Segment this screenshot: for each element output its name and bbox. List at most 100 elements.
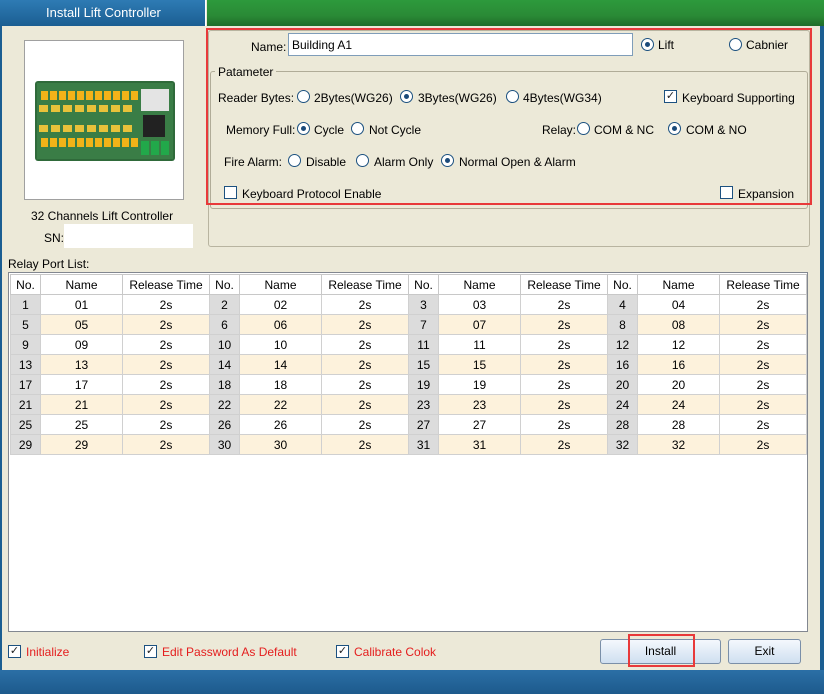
- relay-no-cell[interactable]: 9: [10, 334, 41, 355]
- radio-com-no[interactable]: [668, 122, 681, 135]
- relay-release-time-cell[interactable]: 2s: [520, 334, 608, 355]
- radio-3bytes[interactable]: [400, 90, 413, 103]
- radio-alarm-only[interactable]: [356, 154, 369, 167]
- relay-release-time-cell[interactable]: 2s: [122, 434, 210, 455]
- radio-cycle[interactable]: [297, 122, 310, 135]
- relay-name-cell[interactable]: 21: [40, 394, 123, 415]
- relay-release-time-cell[interactable]: 2s: [520, 314, 608, 335]
- column-header-release-time[interactable]: Release Time: [122, 274, 210, 295]
- table-row[interactable]: 17 17 2s 18 18 2s 19 19 2s 20 20 2s: [10, 374, 807, 395]
- radio-not-cycle[interactable]: [351, 122, 364, 135]
- relay-name-cell[interactable]: 31: [438, 434, 521, 455]
- relay-no-cell[interactable]: 21: [10, 394, 41, 415]
- radio-com-nc[interactable]: [577, 122, 590, 135]
- relay-no-cell[interactable]: 8: [607, 314, 638, 335]
- relay-name-cell[interactable]: 32: [637, 434, 720, 455]
- relay-name-cell[interactable]: 02: [239, 294, 322, 315]
- relay-no-cell[interactable]: 25: [10, 414, 41, 435]
- relay-no-cell[interactable]: 14: [209, 354, 240, 375]
- radio-normal-open-alarm[interactable]: [441, 154, 454, 167]
- relay-release-time-cell[interactable]: 2s: [321, 314, 409, 335]
- column-header-name[interactable]: Name: [637, 274, 720, 295]
- radio-4bytes[interactable]: [506, 90, 519, 103]
- radio-2bytes[interactable]: [297, 90, 310, 103]
- relay-release-time-cell[interactable]: 2s: [122, 414, 210, 435]
- column-header-no[interactable]: No.: [209, 274, 240, 295]
- relay-name-cell[interactable]: 28: [637, 414, 720, 435]
- relay-release-time-cell[interactable]: 2s: [719, 314, 807, 335]
- relay-release-time-cell[interactable]: 2s: [122, 354, 210, 375]
- relay-no-cell[interactable]: 10: [209, 334, 240, 355]
- column-header-name[interactable]: Name: [438, 274, 521, 295]
- relay-name-cell[interactable]: 13: [40, 354, 123, 375]
- name-input[interactable]: [288, 33, 633, 56]
- radio-disable[interactable]: [288, 154, 301, 167]
- relay-release-time-cell[interactable]: 2s: [520, 394, 608, 415]
- relay-name-cell[interactable]: 10: [239, 334, 322, 355]
- relay-no-cell[interactable]: 23: [408, 394, 439, 415]
- relay-name-cell[interactable]: 26: [239, 414, 322, 435]
- relay-name-cell[interactable]: 23: [438, 394, 521, 415]
- relay-release-time-cell[interactable]: 2s: [719, 414, 807, 435]
- relay-no-cell[interactable]: 22: [209, 394, 240, 415]
- table-row[interactable]: 25 25 2s 26 26 2s 27 27 2s 28 28 2s: [10, 414, 807, 435]
- relay-release-time-cell[interactable]: 2s: [520, 414, 608, 435]
- relay-no-cell[interactable]: 2: [209, 294, 240, 315]
- table-row[interactable]: 5 05 2s 6 06 2s 7 07 2s 8 08 2s: [10, 314, 807, 335]
- relay-no-cell[interactable]: 12: [607, 334, 638, 355]
- keyboard-protocol-checkbox[interactable]: [224, 186, 237, 199]
- relay-no-cell[interactable]: 30: [209, 434, 240, 455]
- column-header-name[interactable]: Name: [40, 274, 123, 295]
- relay-release-time-cell[interactable]: 2s: [122, 314, 210, 335]
- relay-release-time-cell[interactable]: 2s: [321, 374, 409, 395]
- relay-release-time-cell[interactable]: 2s: [719, 374, 807, 395]
- relay-name-cell[interactable]: 05: [40, 314, 123, 335]
- relay-name-cell[interactable]: 03: [438, 294, 521, 315]
- relay-release-time-cell[interactable]: 2s: [321, 354, 409, 375]
- relay-release-time-cell[interactable]: 2s: [321, 414, 409, 435]
- sn-field[interactable]: [64, 224, 193, 248]
- relay-no-cell[interactable]: 13: [10, 354, 41, 375]
- column-header-no[interactable]: No.: [10, 274, 41, 295]
- relay-name-cell[interactable]: 15: [438, 354, 521, 375]
- column-header-name[interactable]: Name: [239, 274, 322, 295]
- relay-name-cell[interactable]: 29: [40, 434, 123, 455]
- table-row[interactable]: 9 09 2s 10 10 2s 11 11 2s 12 12 2s: [10, 334, 807, 355]
- relay-release-time-cell[interactable]: 2s: [321, 394, 409, 415]
- relay-no-cell[interactable]: 4: [607, 294, 638, 315]
- relay-name-cell[interactable]: 01: [40, 294, 123, 315]
- radio-cabnier[interactable]: [729, 38, 742, 51]
- table-row[interactable]: 21 21 2s 22 22 2s 23 23 2s 24 24 2s: [10, 394, 807, 415]
- relay-release-time-cell[interactable]: 2s: [122, 394, 210, 415]
- expansion-checkbox[interactable]: [720, 186, 733, 199]
- relay-release-time-cell[interactable]: 2s: [321, 434, 409, 455]
- relay-release-time-cell[interactable]: 2s: [122, 374, 210, 395]
- relay-no-cell[interactable]: 18: [209, 374, 240, 395]
- relay-no-cell[interactable]: 7: [408, 314, 439, 335]
- relay-release-time-cell[interactable]: 2s: [719, 334, 807, 355]
- column-header-no[interactable]: No.: [408, 274, 439, 295]
- relay-no-cell[interactable]: 27: [408, 414, 439, 435]
- exit-button[interactable]: Exit: [728, 639, 801, 664]
- relay-release-time-cell[interactable]: 2s: [719, 434, 807, 455]
- relay-release-time-cell[interactable]: 2s: [719, 294, 807, 315]
- table-row[interactable]: 13 13 2s 14 14 2s 15 15 2s 16 16 2s: [10, 354, 807, 375]
- column-header-release-time[interactable]: Release Time: [520, 274, 608, 295]
- relay-name-cell[interactable]: 07: [438, 314, 521, 335]
- relay-name-cell[interactable]: 25: [40, 414, 123, 435]
- edit-password-checkbox[interactable]: ✓: [144, 645, 157, 658]
- relay-no-cell[interactable]: 1: [10, 294, 41, 315]
- relay-name-cell[interactable]: 09: [40, 334, 123, 355]
- relay-release-time-cell[interactable]: 2s: [520, 434, 608, 455]
- relay-no-cell[interactable]: 28: [607, 414, 638, 435]
- relay-name-cell[interactable]: 16: [637, 354, 720, 375]
- relay-port-grid[interactable]: No. Name Release Time No. Name Release T…: [8, 272, 808, 632]
- relay-name-cell[interactable]: 04: [637, 294, 720, 315]
- relay-release-time-cell[interactable]: 2s: [321, 294, 409, 315]
- relay-no-cell[interactable]: 5: [10, 314, 41, 335]
- relay-name-cell[interactable]: 27: [438, 414, 521, 435]
- relay-release-time-cell[interactable]: 2s: [520, 354, 608, 375]
- radio-lift[interactable]: [641, 38, 654, 51]
- relay-name-cell[interactable]: 24: [637, 394, 720, 415]
- relay-no-cell[interactable]: 11: [408, 334, 439, 355]
